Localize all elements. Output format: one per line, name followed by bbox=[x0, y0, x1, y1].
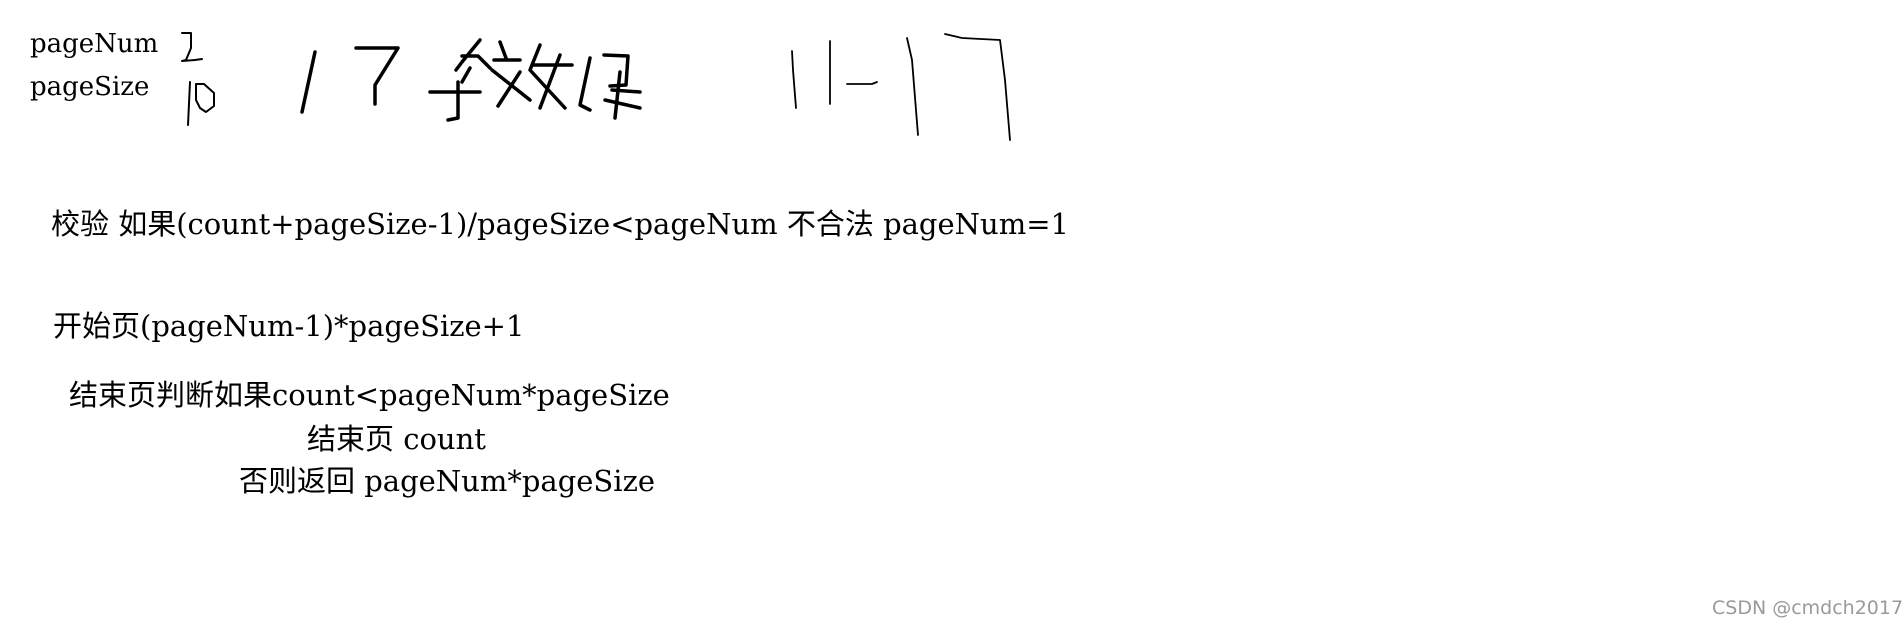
end-page-count: 结束页 count bbox=[307, 422, 486, 456]
handwritten-page-num-value bbox=[181, 32, 203, 62]
handwritten-range bbox=[791, 33, 1011, 141]
handwritten-page-size-value bbox=[187, 81, 215, 126]
handwritten-total-unit bbox=[428, 38, 642, 122]
start-page-formula: 开始页(pageNum-1)*pageSize+1 bbox=[53, 309, 525, 343]
watermark: CSDN @cmdch2017 bbox=[1712, 597, 1904, 619]
page-size-label: pageSize bbox=[30, 72, 150, 102]
page-num-label: pageNum bbox=[30, 29, 159, 59]
handwritten-total-count bbox=[300, 46, 400, 114]
end-page-else: 否则返回 pageNum*pageSize bbox=[239, 464, 656, 498]
validation-rule: 校验 如果(count+pageSize-1)/pageSize<pageNum… bbox=[51, 207, 1069, 241]
end-page-condition: 结束页判断如果count<pageNum*pageSize bbox=[69, 378, 670, 412]
